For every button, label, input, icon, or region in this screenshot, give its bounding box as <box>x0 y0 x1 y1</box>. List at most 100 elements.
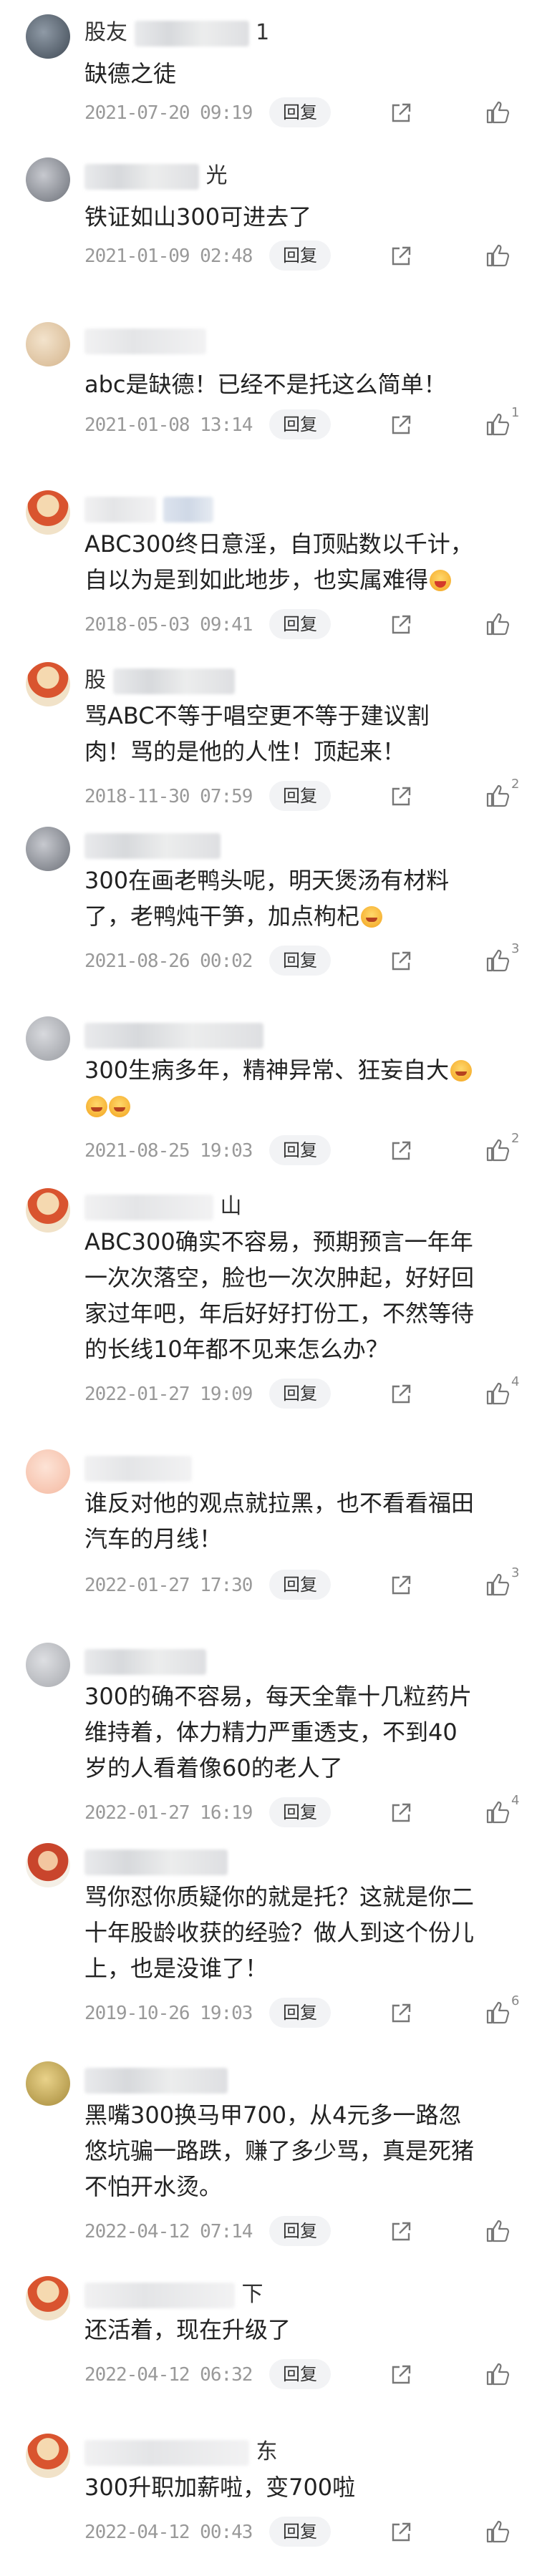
avatar[interactable] <box>26 827 70 871</box>
thumbs-up-icon[interactable] <box>485 784 510 808</box>
username[interactable]: 股友 1 <box>84 19 269 47</box>
reply-button[interactable]: 回复 <box>269 946 331 976</box>
username[interactable] <box>84 1647 206 1676</box>
smile-emoji-icon <box>86 1096 107 1117</box>
share-icon[interactable] <box>390 613 412 636</box>
avatar[interactable] <box>26 490 70 535</box>
share-icon[interactable] <box>390 950 412 973</box>
blurred-username <box>84 163 199 190</box>
avatar[interactable] <box>26 1188 70 1233</box>
comment-text: 300的确不容易，每天全靠十几粒药片 维持着，体力精力严重透支，不到40 岁的人… <box>84 1683 473 1782</box>
comment-text: 300在画老鸭头呢，明天煲汤有材料 了，老鸭炖干笋，加点枸杞 <box>84 867 450 930</box>
username[interactable] <box>84 831 221 860</box>
blurred-username <box>84 1194 213 1220</box>
reply-button[interactable]: 回复 <box>269 781 331 811</box>
username[interactable]: 光 <box>84 162 228 190</box>
reply-button[interactable]: 回复 <box>269 1797 331 1827</box>
reply-button[interactable]: 回复 <box>269 1379 331 1409</box>
reply-button[interactable]: 回复 <box>269 97 331 127</box>
reply-button[interactable]: 回复 <box>269 2359 331 2389</box>
comment-text: 骂ABC不等于唱空更不等于建议割 肉！骂的是他的人性！顶起来！ <box>84 702 430 765</box>
thumbs-up-icon[interactable] <box>485 948 510 973</box>
username[interactable]: 股 <box>84 666 235 695</box>
avatar[interactable] <box>26 2061 70 2106</box>
username[interactable] <box>84 1021 263 1049</box>
reply-button[interactable]: 回复 <box>269 409 331 439</box>
thumbs-up-icon[interactable] <box>485 1138 510 1162</box>
share-icon[interactable] <box>390 1574 412 1597</box>
thumbs-up-icon[interactable] <box>485 243 510 268</box>
thumbs-up-icon[interactable] <box>485 2001 510 2025</box>
comment-text: 300生病多年，精神异常、狂妄自大 <box>84 1052 514 1124</box>
blurred-username <box>84 1648 206 1675</box>
thumbs-up-icon[interactable] <box>485 2519 510 2544</box>
share-icon[interactable] <box>390 2363 412 2386</box>
thumbs-up-icon[interactable] <box>485 2362 510 2386</box>
smile-emoji-icon <box>450 1060 473 1082</box>
comment-meta: 2018-11-30 07:59 回复 2 <box>84 777 528 811</box>
like-count: 4 <box>511 1793 520 1808</box>
avatar[interactable] <box>26 1843 70 1887</box>
like-count: 3 <box>511 1565 520 1580</box>
avatar[interactable] <box>26 157 70 202</box>
thumbs-up-icon[interactable] <box>485 1800 510 1824</box>
blurred-username <box>84 328 206 354</box>
reply-button[interactable]: 回复 <box>269 609 331 639</box>
blurred-username <box>112 668 235 694</box>
comment-date: 2018-11-30 07:59 <box>84 786 253 807</box>
username[interactable] <box>84 1454 192 1482</box>
thumbs-up-icon[interactable] <box>485 2219 510 2243</box>
share-icon[interactable] <box>390 1383 412 1406</box>
thumbs-up-icon[interactable] <box>485 1573 510 1597</box>
share-icon[interactable] <box>390 785 412 808</box>
blurred-username <box>84 496 156 523</box>
avatar[interactable] <box>26 1643 70 1687</box>
avatar[interactable] <box>26 2434 70 2478</box>
username[interactable]: 山 <box>84 1192 242 1221</box>
avatar[interactable] <box>26 662 70 706</box>
comment-meta: 2022-04-12 00:43 回复 <box>84 2517 528 2547</box>
reply-button[interactable]: 回复 <box>269 1570 331 1600</box>
username[interactable] <box>84 1847 228 1876</box>
reply-button[interactable]: 回复 <box>269 2517 331 2547</box>
comment-date: 2022-04-12 06:32 <box>84 2364 253 2386</box>
thumbs-up-icon[interactable] <box>485 1381 510 1406</box>
reply-button[interactable]: 回复 <box>269 240 331 271</box>
username[interactable]: 东 <box>84 2438 278 2466</box>
like-count: 6 <box>511 1993 520 2008</box>
avatar[interactable] <box>26 14 70 59</box>
avatar[interactable] <box>26 1016 70 1061</box>
share-icon[interactable] <box>390 102 412 125</box>
avatar[interactable] <box>26 2276 70 2320</box>
comment-date: 2021-01-08 13:14 <box>84 414 253 436</box>
thumbs-up-icon[interactable] <box>485 412 510 437</box>
comment-text: 黑嘴300换马甲700，从4元多一路忽 悠坑骗一路跌，赚了多少骂，真是死猪 不怕… <box>84 2101 475 2200</box>
share-icon[interactable] <box>390 245 412 268</box>
comment-date: 2022-01-27 17:30 <box>84 1575 253 1596</box>
share-icon[interactable] <box>390 2002 412 2025</box>
share-icon[interactable] <box>390 2521 412 2544</box>
avatar[interactable] <box>26 1449 70 1494</box>
reply-button[interactable]: 回复 <box>269 2216 331 2246</box>
thumbs-up-icon[interactable] <box>485 612 510 636</box>
username[interactable]: 下 <box>84 2280 263 2309</box>
comment-meta: 2021-01-09 02:48 回复 <box>84 240 528 271</box>
share-icon[interactable] <box>390 1139 412 1162</box>
comment-feed: 股友 1 缺德之徒 2021-07-20 09:19 回复 光 铁证如山300可… <box>0 0 537 2576</box>
share-icon[interactable] <box>390 2220 412 2243</box>
comment-date: 2018-05-03 09:41 <box>84 614 253 636</box>
username[interactable] <box>84 495 213 523</box>
comment-meta: 2022-01-27 16:19 回复 4 <box>84 1793 528 1827</box>
reply-button[interactable]: 回复 <box>269 1135 331 1165</box>
share-icon[interactable] <box>390 1802 412 1824</box>
share-icon[interactable] <box>390 414 412 437</box>
avatar[interactable] <box>26 322 70 366</box>
comment-meta: 2021-01-08 13:14 回复 1 <box>84 405 528 439</box>
username[interactable] <box>84 326 206 355</box>
reply-button[interactable]: 回复 <box>269 1998 331 2028</box>
like-count: 2 <box>511 777 520 792</box>
username[interactable] <box>84 2066 228 2094</box>
like-count: 3 <box>511 941 520 956</box>
comment-date: 2021-08-25 19:03 <box>84 1140 253 1162</box>
thumbs-up-icon[interactable] <box>485 100 510 125</box>
